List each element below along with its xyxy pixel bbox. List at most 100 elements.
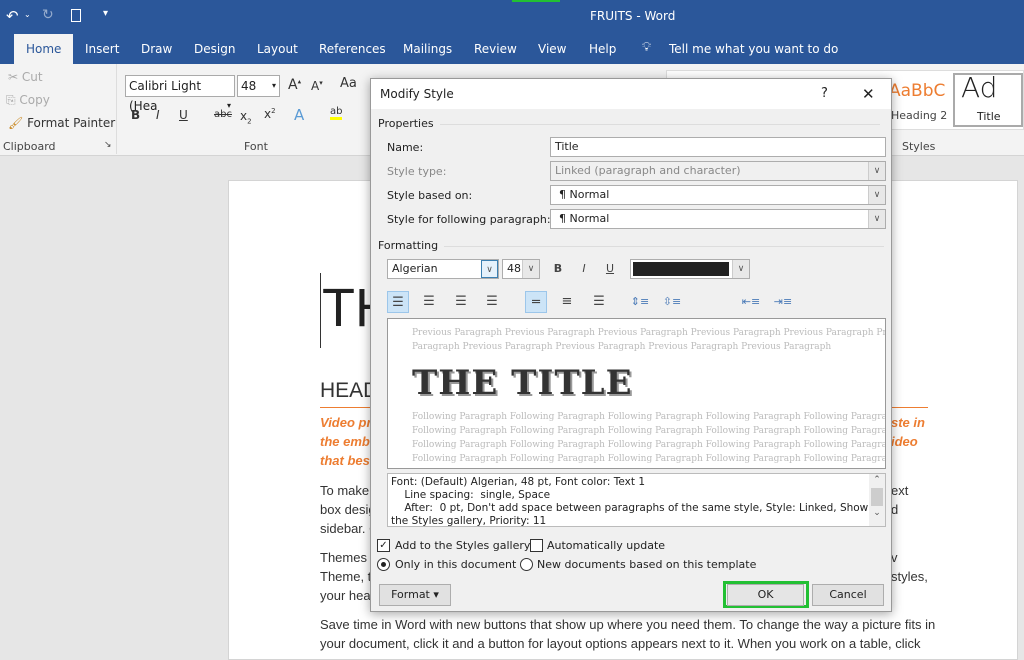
style-type-value: Linked (paragraph and character) [555, 164, 741, 177]
preview-following-text: Following Paragraph Following Paragraph … [412, 412, 886, 422]
properties-section: Properties [378, 117, 876, 130]
underline-button[interactable]: U [599, 258, 621, 280]
name-input[interactable]: Title [550, 137, 886, 157]
highlight-icon[interactable]: ab [330, 106, 343, 120]
style-type-select: Linked (paragraph and character) ∨ [550, 161, 886, 181]
single-spacing-icon[interactable]: ═ [525, 291, 547, 313]
font-color-select[interactable]: ∨ [630, 259, 750, 279]
font-name-box[interactable]: Calibri Light (Hea ▾ [125, 75, 235, 113]
new-document-icon[interactable] [71, 9, 81, 22]
cut-label: Cut [21, 70, 43, 84]
add-gallery-checkbox[interactable]: ✓ [377, 539, 390, 552]
tab-help[interactable]: Help [577, 34, 628, 64]
bold-icon[interactable]: B [131, 108, 140, 122]
customize-qat-icon[interactable]: ▾ [103, 8, 108, 19]
text-effects-icon[interactable]: A [294, 106, 304, 124]
size-value: 48 [507, 262, 521, 275]
change-case-button[interactable]: Aa [340, 76, 357, 91]
tab-review[interactable]: Review [462, 34, 529, 64]
one-half-spacing-icon[interactable]: ≡ [556, 291, 578, 313]
dialog-title: Modify Style [380, 87, 454, 101]
based-on-value: ¶ Normal [559, 188, 610, 201]
tell-me-search[interactable]: Tell me what you want to do [669, 42, 838, 56]
undo-dropdown-icon[interactable]: ⌄ [24, 10, 31, 19]
chevron-down-icon[interactable]: ∨ [868, 210, 885, 228]
new-docs-label[interactable]: New documents based on this template [537, 558, 756, 571]
grow-font-icon[interactable]: A▴ [288, 77, 301, 93]
chevron-down-icon[interactable]: ∨ [868, 186, 885, 204]
justify-icon[interactable]: ☰ [481, 291, 503, 313]
following-value: ¶ Normal [559, 212, 610, 225]
chevron-down-icon[interactable]: ∨ [732, 260, 749, 278]
only-doc-radio[interactable] [377, 558, 390, 571]
ok-button[interactable]: OK [727, 584, 804, 606]
strikethrough-icon[interactable]: abc [214, 109, 232, 120]
description-line: Line spacing: single, Space [391, 489, 551, 501]
divider [116, 64, 117, 154]
format-button[interactable]: Format ▾ [379, 584, 451, 606]
tab-layout[interactable]: Layout [245, 34, 310, 64]
italic-button[interactable]: I [573, 258, 595, 280]
tab-view[interactable]: View [526, 34, 578, 64]
accent-strip [512, 0, 560, 2]
following-label: Style for following paragraph: [387, 213, 551, 226]
increase-paragraph-spacing-icon[interactable]: ⇕≡ [629, 291, 651, 313]
italic-icon[interactable]: I [156, 108, 160, 122]
chevron-down-icon[interactable]: ∨ [481, 260, 498, 278]
chevron-down-icon[interactable]: ∨ [522, 260, 539, 278]
following-select[interactable]: ¶ Normal ∨ [550, 209, 886, 229]
shrink-font-icon[interactable]: A▾ [311, 79, 323, 93]
increase-indent-icon[interactable]: ⇥≡ [772, 291, 794, 313]
title-style-label: Title [977, 110, 1001, 123]
size-select[interactable]: 48 ∨ [502, 259, 540, 279]
only-doc-label[interactable]: Only in this document [395, 558, 516, 571]
help-button[interactable]: ? [821, 86, 828, 101]
tab-insert[interactable]: Insert [73, 34, 131, 64]
based-on-select[interactable]: ¶ Normal ∨ [550, 185, 886, 205]
style-type-label: Style type: [387, 165, 447, 178]
format-painter-button[interactable]: 🖌︎ Format Painter [8, 116, 115, 130]
preview-following-text: Following Paragraph Following Paragraph … [412, 454, 886, 464]
font-value: Algerian [392, 262, 438, 275]
align-center-icon[interactable]: ☰ [418, 291, 440, 313]
clipboard-launcher-icon[interactable]: ↘ [104, 140, 112, 150]
tab-draw[interactable]: Draw [129, 34, 184, 64]
align-right-icon[interactable]: ☰ [450, 291, 472, 313]
heading2-style-label[interactable]: Heading 2 [891, 109, 947, 122]
description-scrollbar[interactable]: ⌃ ⌄ [869, 474, 885, 526]
decrease-indent-icon[interactable]: ⇤≡ [740, 291, 762, 313]
close-button[interactable]: ✕ [862, 85, 875, 103]
text-cursor [320, 273, 321, 348]
tab-design[interactable]: Design [182, 34, 247, 64]
tab-references[interactable]: References [307, 34, 398, 64]
cancel-button[interactable]: Cancel [812, 584, 884, 606]
doc-text: ideo [891, 434, 918, 449]
cut-button[interactable]: ✂ Cut [8, 70, 43, 84]
tab-home[interactable]: Home [14, 34, 74, 64]
add-gallery-label[interactable]: Add to the Styles gallery [395, 539, 530, 552]
subscript-icon[interactable]: x2 [240, 109, 252, 125]
based-on-label: Style based on: [387, 189, 473, 202]
font-size-box[interactable]: 48 ▾ [237, 75, 280, 97]
bold-button[interactable]: B [547, 258, 569, 280]
underline-icon[interactable]: U [179, 108, 188, 122]
decrease-paragraph-spacing-icon[interactable]: ⇳≡ [661, 291, 683, 313]
name-label: Name: [387, 141, 424, 154]
description-line: the Styles gallery, Priority: 11 [391, 515, 547, 527]
auto-update-checkbox[interactable] [530, 539, 543, 552]
title-style-item[interactable]: Ad Title [953, 71, 1023, 127]
redo-icon[interactable]: ↻ [42, 7, 54, 23]
preview-previous-text: Previous Paragraph Previous Paragraph Pr… [412, 328, 886, 338]
double-spacing-icon[interactable]: ☰ [588, 291, 610, 313]
chevron-down-icon: ∨ [868, 162, 885, 180]
undo-icon[interactable]: ↶ [6, 7, 19, 25]
heading2-preview: AaBbC [889, 81, 946, 101]
font-select[interactable]: Algerian ∨ [387, 259, 499, 279]
tab-mailings[interactable]: Mailings [391, 34, 464, 64]
superscript-icon[interactable]: x2 [264, 107, 276, 121]
new-docs-radio[interactable] [520, 558, 533, 571]
align-left-icon[interactable]: ☰ [387, 291, 409, 313]
window-title: FRUITS - Word [590, 9, 676, 23]
auto-update-label[interactable]: Automatically update [547, 539, 665, 552]
copy-button[interactable]: ⎘ Copy [6, 93, 50, 108]
